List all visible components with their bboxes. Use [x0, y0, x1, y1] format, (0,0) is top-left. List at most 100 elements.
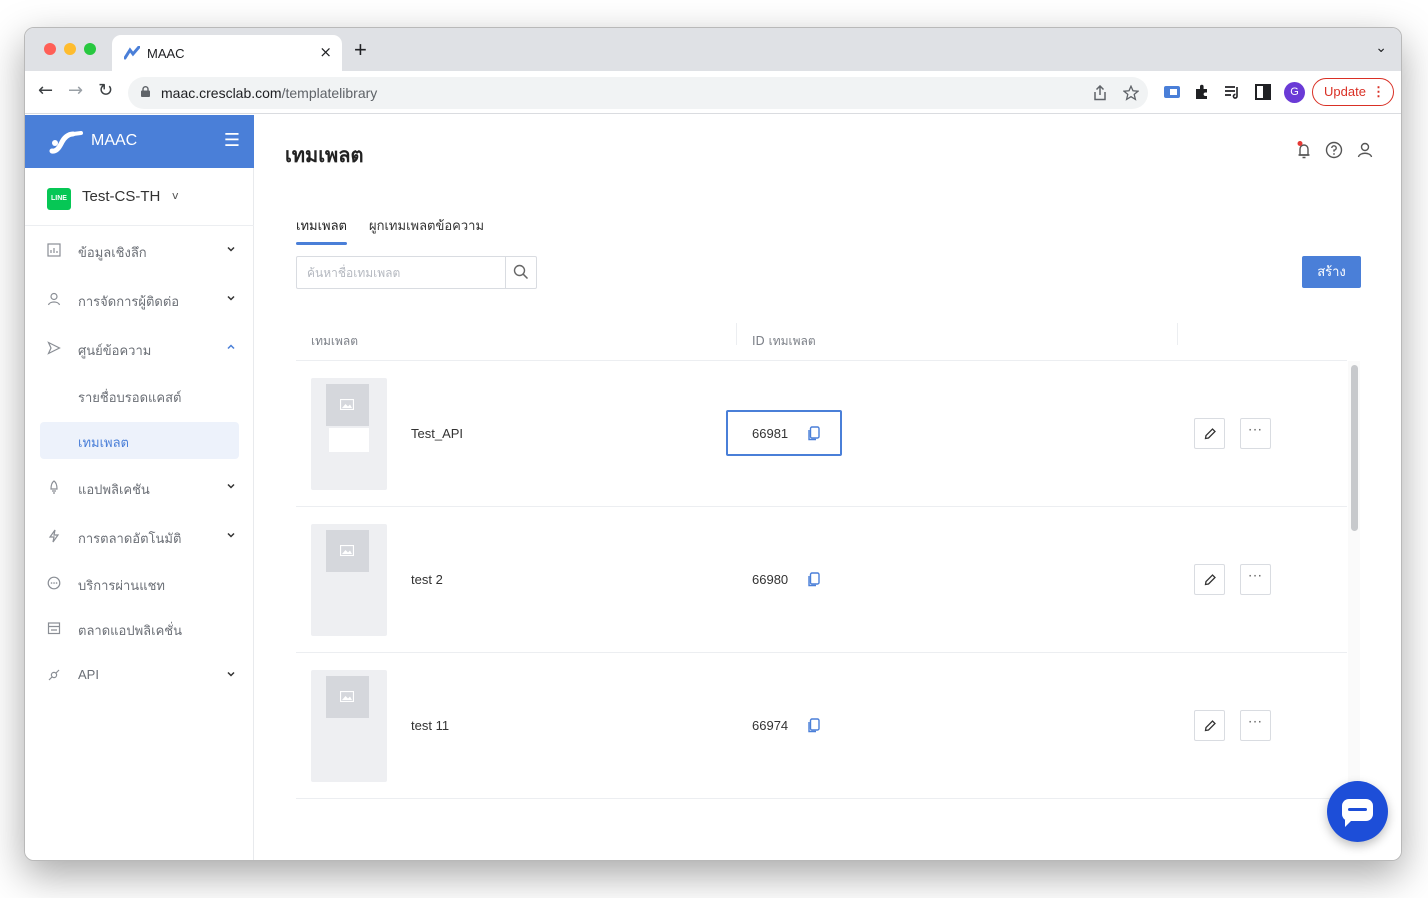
- chart-icon: [47, 243, 61, 257]
- sidebar-item-message-center[interactable]: ศูนย์ข้อความ: [25, 329, 254, 369]
- bookmark-star-icon[interactable]: [1123, 85, 1139, 101]
- extension-translate-icon[interactable]: [1163, 83, 1181, 101]
- sidebar-item-app-market[interactable]: ตลาดแอปพลิเคชั่น: [25, 609, 254, 649]
- pencil-icon: [1204, 720, 1216, 732]
- notification-bell-icon[interactable]: [1295, 141, 1313, 159]
- browser-menu-icon: ⋮: [1372, 84, 1385, 99]
- extensions-puzzle-icon[interactable]: [1193, 83, 1211, 101]
- copy-icon[interactable]: [808, 718, 820, 733]
- more-options-button[interactable]: ···: [1240, 710, 1271, 741]
- maac-logo-icon: [49, 131, 83, 154]
- sidebar-item-api[interactable]: API: [25, 656, 254, 696]
- update-label: Update: [1324, 84, 1366, 99]
- lock-icon: [141, 86, 150, 97]
- table-row: Test_API 66981 ···: [296, 361, 1347, 507]
- side-panel-icon[interactable]: [1254, 83, 1272, 101]
- sidebar-item-label: การตลาดอัตโนมัติ: [78, 532, 182, 547]
- template-id: 66974: [752, 718, 789, 733]
- sidebar-subitem-templates[interactable]: เทมเพลต: [40, 422, 239, 459]
- sidebar-item-insights[interactable]: ข้อมูลเชิงลึก: [25, 231, 254, 271]
- template-search: [296, 256, 537, 289]
- search-input[interactable]: [297, 257, 506, 288]
- sidebar-item-label: ศูนย์ข้อความ: [78, 344, 152, 359]
- back-arrow-icon[interactable]: ←: [38, 80, 53, 101]
- close-tab-icon[interactable]: ×: [319, 43, 332, 61]
- url-text: maac.cresclab.com/templatelibrary: [161, 85, 377, 101]
- tab-templates[interactable]: เทมเพลต: [296, 215, 347, 236]
- app-container: MAAC ☰ LINE Test-CS-TH v ข้อมูลเชิงลึก ก…: [25, 115, 1401, 860]
- sidebar-item-chat-service[interactable]: บริการผ่านแชท: [25, 564, 254, 604]
- url-path: /templatelibrary: [281, 85, 378, 101]
- sidebar-item-label: ตลาดแอปพลิเคชั่น: [78, 624, 182, 639]
- column-header-template-id: ID เทมเพลต: [752, 334, 816, 348]
- chevron-down-icon: [227, 295, 235, 301]
- more-icon: ···: [1248, 715, 1263, 729]
- image-placeholder: [326, 384, 369, 426]
- copy-icon[interactable]: [808, 572, 820, 587]
- chevron-down-icon: [227, 532, 235, 538]
- image-icon: [340, 399, 354, 410]
- browser-toolbar: ← → ↻ maac.cresclab.com/templatelibrary: [25, 71, 1401, 114]
- store-icon: [47, 622, 61, 635]
- more-options-button[interactable]: ···: [1240, 418, 1271, 449]
- sidebar-item-applications[interactable]: แอปพลิเคชัน: [25, 468, 254, 508]
- column-divider: [736, 323, 737, 345]
- template-id: 66980: [752, 572, 789, 587]
- tab-bind-templates[interactable]: ผูกเทมเพลตข้อความ: [369, 215, 484, 236]
- sidebar-item-label: การจัดการผู้ติดต่อ: [78, 295, 180, 310]
- minimize-window-button[interactable]: [64, 43, 76, 55]
- copy-icon[interactable]: [808, 426, 820, 441]
- chevron-up-icon: [227, 344, 235, 350]
- tab-search-chevron-icon[interactable]: ⌄: [1375, 40, 1387, 56]
- browser-tab-maac[interactable]: MAAC ×: [112, 35, 342, 71]
- chevron-down-icon: [227, 483, 235, 489]
- user-profile-icon[interactable]: [1356, 141, 1374, 159]
- support-chat-button[interactable]: [1327, 781, 1388, 842]
- hamburger-menu-icon[interactable]: ☰: [224, 130, 240, 151]
- template-thumbnail[interactable]: [311, 378, 387, 490]
- edit-button[interactable]: [1194, 564, 1225, 595]
- url-domain: maac.cresclab.com: [161, 85, 282, 101]
- send-icon: [47, 341, 61, 355]
- template-thumbnail[interactable]: [311, 524, 387, 636]
- forward-arrow-icon[interactable]: →: [68, 80, 83, 101]
- share-icon[interactable]: [1093, 85, 1107, 101]
- help-icon[interactable]: [1325, 141, 1343, 159]
- browser-update-button[interactable]: Update ⋮: [1312, 78, 1394, 106]
- active-tab-indicator: [296, 242, 347, 245]
- edit-button[interactable]: [1194, 710, 1225, 741]
- sidebar-item-automation[interactable]: การตลาดอัตโนมัติ: [25, 517, 254, 557]
- table-row: test 11 66974 ···: [296, 653, 1347, 799]
- reading-list-icon[interactable]: [1223, 83, 1241, 101]
- close-window-button[interactable]: [44, 43, 56, 55]
- scrollbar-thumb[interactable]: [1351, 365, 1358, 531]
- maac-favicon-icon: [124, 46, 140, 60]
- search-button[interactable]: [505, 257, 536, 288]
- table-row: test 2 66980 ···: [296, 507, 1347, 653]
- brand-header: MAAC ☰: [25, 115, 254, 168]
- template-name: Test_API: [411, 426, 464, 441]
- table-header: เทมเพลต ID เทมเพลต: [296, 317, 1347, 361]
- address-bar[interactable]: maac.cresclab.com/templatelibrary: [128, 77, 1148, 109]
- sidebar-subitem-broadcast-list[interactable]: รายชื่อบรอดแคสต์: [40, 377, 239, 414]
- chevron-down-icon: [227, 246, 235, 252]
- edit-button[interactable]: [1194, 418, 1225, 449]
- page-title: เทมเพลต: [285, 143, 364, 167]
- pencil-icon: [1204, 428, 1216, 440]
- sidebar-item-label: บริการผ่านแชท: [78, 579, 165, 594]
- profile-avatar[interactable]: G: [1284, 82, 1305, 103]
- account-switcher[interactable]: LINE Test-CS-TH v: [25, 168, 254, 226]
- sidebar-item-label: API: [78, 667, 99, 682]
- tab-title: MAAC: [147, 46, 185, 61]
- sidebar-item-contacts[interactable]: การจัดการผู้ติดต่อ: [25, 280, 254, 320]
- template-thumbnail[interactable]: [311, 670, 387, 782]
- maximize-window-button[interactable]: [84, 43, 96, 55]
- reload-icon[interactable]: ↻: [98, 80, 113, 101]
- image-icon: [340, 691, 354, 702]
- create-template-button[interactable]: สร้าง: [1302, 256, 1361, 288]
- chevron-down-icon: [227, 671, 235, 677]
- new-tab-button[interactable]: +: [354, 37, 367, 63]
- more-options-button[interactable]: ···: [1240, 564, 1271, 595]
- brand-name: MAAC: [91, 132, 138, 149]
- image-placeholder: [326, 676, 369, 718]
